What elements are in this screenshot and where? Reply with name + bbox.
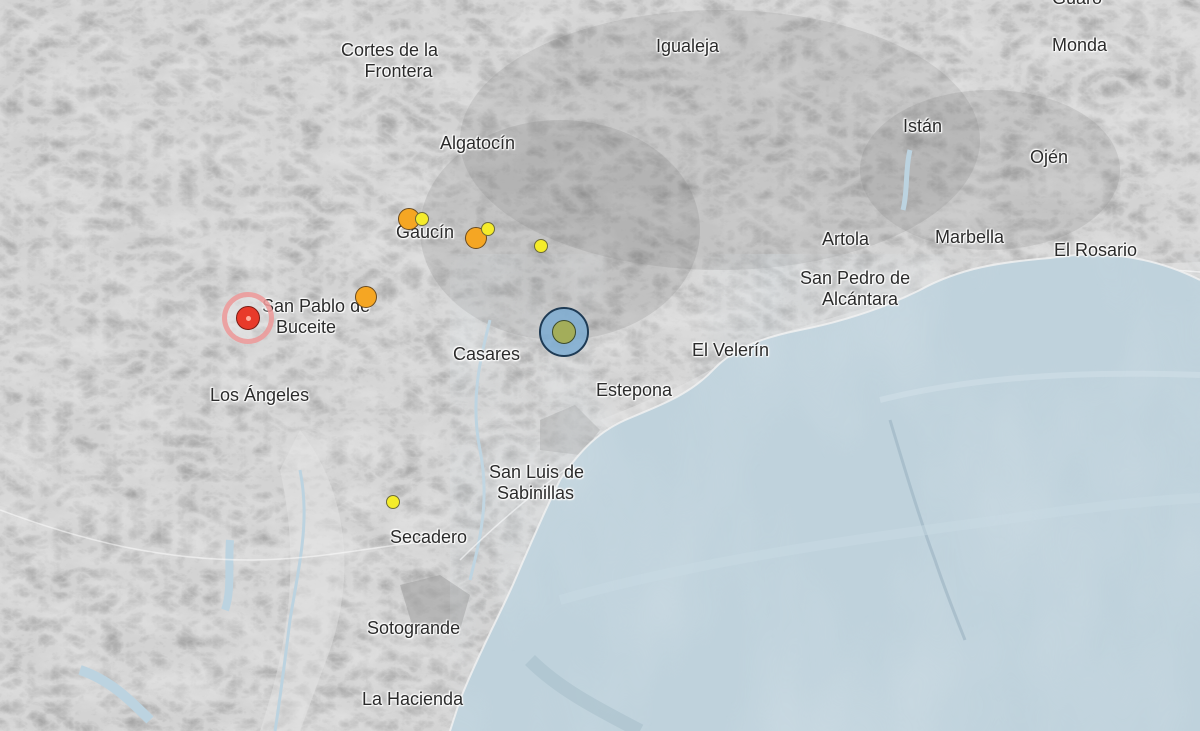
earthquake-marker[interactable] — [415, 212, 429, 226]
earthquake-marker-core — [236, 306, 260, 330]
earthquake-marker[interactable] — [481, 222, 495, 236]
earthquake-marker-highlighted[interactable] — [539, 307, 589, 357]
earthquake-marker-latest[interactable] — [222, 292, 274, 344]
earthquake-marker[interactable] — [534, 239, 548, 253]
basemap — [0, 0, 1200, 731]
earthquake-marker[interactable] — [386, 495, 400, 509]
map-view[interactable]: Cortes de laFrontera Igualeja Monda Guar… — [0, 0, 1200, 731]
earthquake-marker-core — [552, 320, 576, 344]
earthquake-marker[interactable] — [355, 286, 377, 308]
